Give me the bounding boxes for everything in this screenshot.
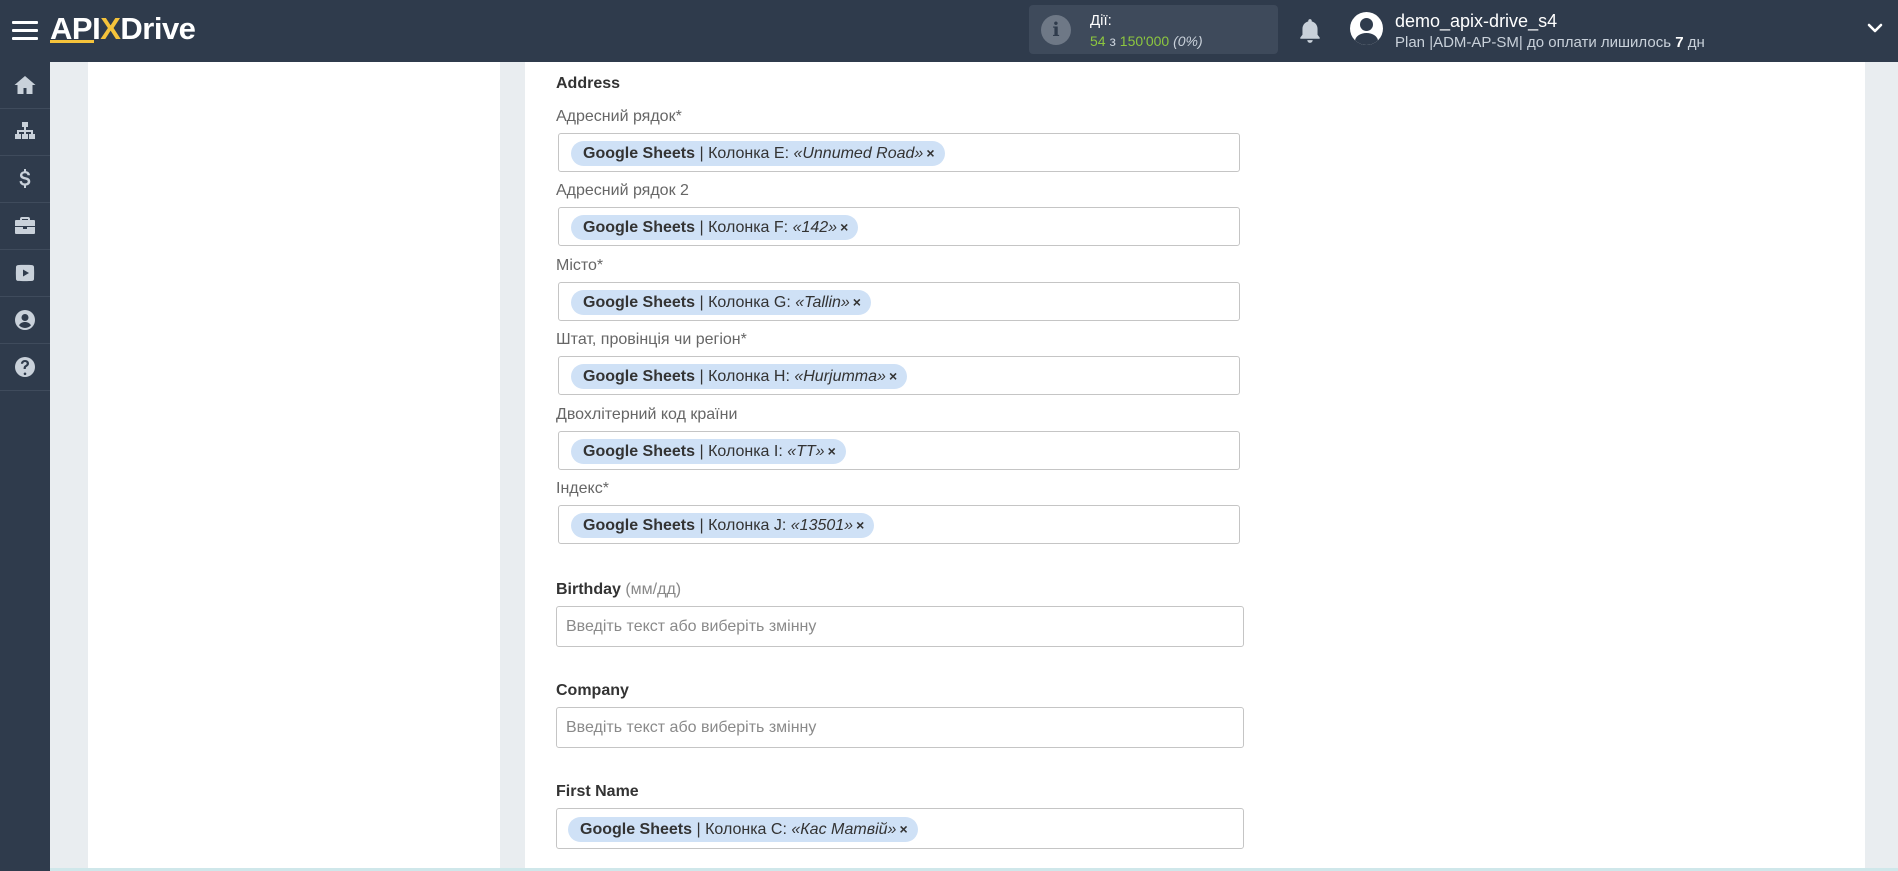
region-field[interactable]: Google Sheets | Колонка H: «Hurjumma» × [558,356,1240,395]
city-field[interactable]: Google Sheets | Колонка G: «Tallin» × [558,282,1240,321]
address-line-1-field[interactable]: Google Sheets | Колонка E: «Unnumed Road… [558,133,1240,172]
address-title: Address [556,75,621,92]
bell-icon[interactable] [1297,17,1323,45]
actions-label: Дії: [1090,12,1112,29]
country-code-field[interactable]: Google Sheets | Колонка I: «TT» × [558,431,1240,470]
company-title: Company [556,682,629,699]
left-panel [88,62,500,868]
variable-tag[interactable]: Google Sheets | Колонка H: «Hurjumma» × [571,364,908,389]
close-icon[interactable]: × [926,145,934,161]
close-icon[interactable]: × [853,294,861,310]
birthday-placeholder: Введіть текст або виберіть змінну [566,618,817,635]
country-code-label: Двохлітерний код країни [556,406,738,423]
user-icon[interactable] [0,297,50,344]
chevron-down-icon[interactable] [1867,20,1883,36]
first-name-title: First Name [556,783,639,800]
address-line-2-label: Адресний рядок 2 [556,182,689,199]
dollar-icon[interactable] [0,156,50,203]
close-icon[interactable]: × [840,219,848,235]
postal-code-field[interactable]: Google Sheets | Колонка J: «13501» × [558,505,1240,544]
sidebar [0,62,50,871]
postal-code-label: Індекс* [556,480,609,497]
right-gutter [1865,62,1898,871]
home-icon[interactable] [0,62,50,109]
youtube-icon[interactable] [0,250,50,297]
city-label: Місто* [556,257,604,274]
variable-tag[interactable]: Google Sheets | Колонка F: «142» × [571,215,859,240]
company-input[interactable]: Введіть текст або виберіть змінну [556,707,1244,748]
birthday-input[interactable]: Введіть текст або виберіть змінну [556,606,1244,647]
sitemap-icon[interactable] [0,109,50,156]
actions-count: 54 з 150'000 (0%) [1090,33,1203,49]
variable-tag[interactable]: Google Sheets | Колонка I: «TT» × [571,439,846,464]
company-placeholder: Введіть текст або виберіть змінну [566,719,817,736]
avatar[interactable] [1350,12,1383,45]
variable-tag[interactable]: Google Sheets | Колонка J: «13501» × [571,513,875,538]
close-icon[interactable]: × [856,517,864,533]
top-bar: APIXDrive i Дії: 54 з 150'000 (0%) demo_… [0,0,1898,62]
actions-counter: i Дії: 54 з 150'000 (0%) [1029,5,1278,54]
close-icon[interactable]: × [828,443,836,459]
info-icon: i [1041,15,1071,45]
help-icon[interactable] [0,344,50,391]
user-name[interactable]: demo_apix-drive_s4 [1395,11,1557,32]
user-plan: Plan |ADM-AP-SM| до оплати лишилось 7 дн [1395,34,1705,51]
first-name-field[interactable]: Google Sheets | Колонка C: «Кас Матвій» × [556,808,1244,849]
menu-icon[interactable] [12,17,38,43]
birthday-title: Birthday (мм/дд) [556,581,682,598]
variable-tag[interactable]: Google Sheets | Колонка C: «Кас Матвій» × [568,817,918,842]
address-line-2-field[interactable]: Google Sheets | Колонка F: «142» × [558,207,1240,246]
variable-tag[interactable]: Google Sheets | Колонка G: «Tallin» × [571,290,871,315]
close-icon[interactable]: × [889,368,897,384]
briefcase-icon[interactable] [0,203,50,250]
variable-tag[interactable]: Google Sheets | Колонка E: «Unnumed Road… [571,141,945,166]
address-line-1-label: Адресний рядок* [556,108,682,125]
logo[interactable]: APIXDrive [50,11,196,47]
region-label: Штат, провінція чи регіон* [556,331,747,348]
close-icon[interactable]: × [899,821,907,837]
